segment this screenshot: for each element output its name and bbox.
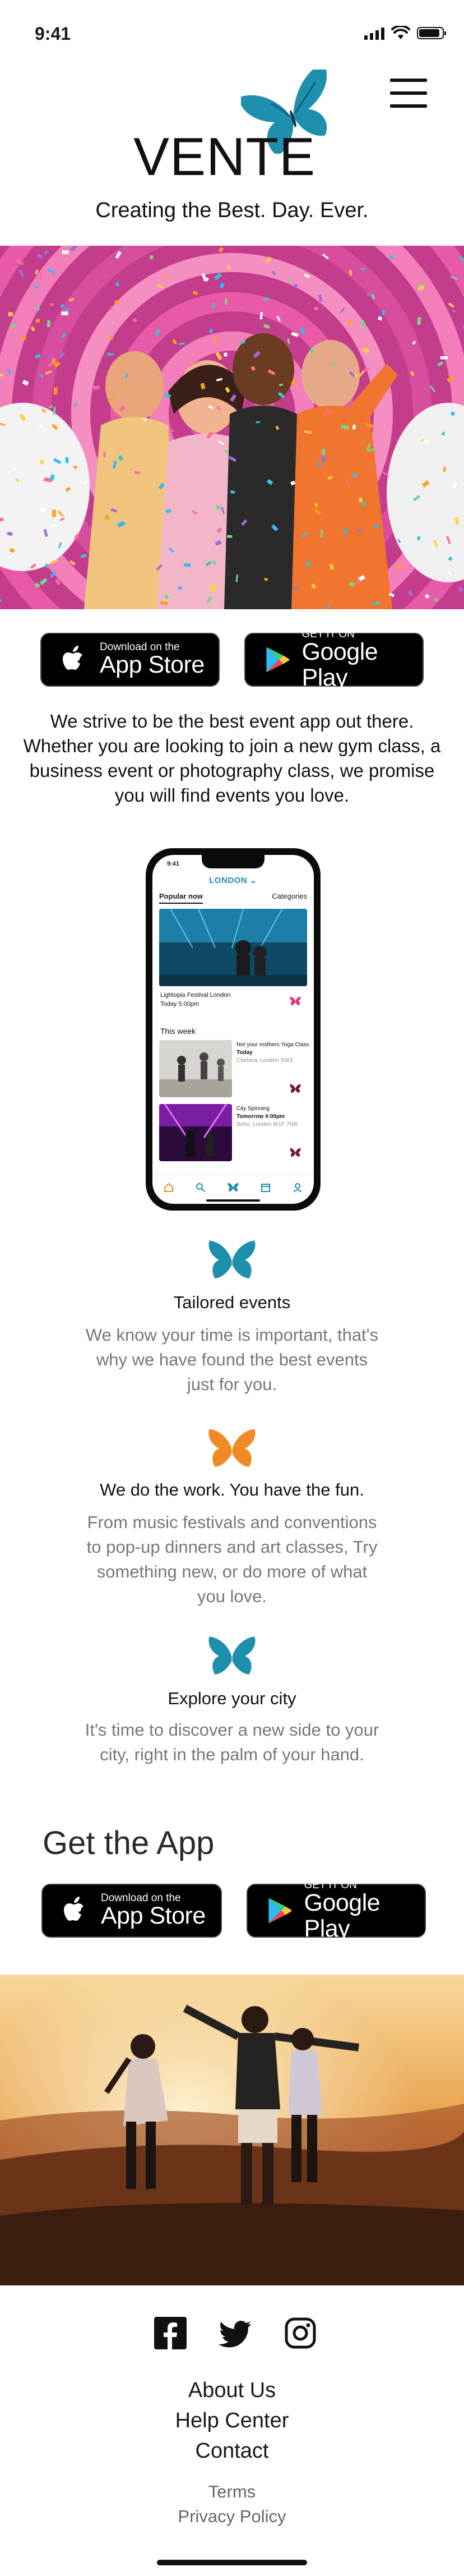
butterfly-orange-icon (205, 1426, 259, 1473)
phone-city-selector: LONDON ⌄ (152, 875, 314, 885)
tagline: Creating the Best. Day. Ever. (95, 199, 369, 222)
phone-event-2-when: Tomorrow 4:00pm (236, 1114, 285, 1120)
phone-event-1-when: Today (236, 1050, 253, 1056)
footer-link-contact[interactable]: Contact (0, 2439, 464, 2463)
phone-notch (202, 855, 265, 868)
footer-link-help[interactable]: Help Center (0, 2409, 464, 2433)
phone-section-title: This week (160, 1027, 196, 1036)
phone-event-2-where: Soho, London W1F 7NR (236, 1121, 298, 1128)
phone-tabs: Popular now Categories (159, 892, 307, 904)
phone-event-1-where: Chelsea, London SW3 (236, 1057, 293, 1064)
home-indicator (157, 2560, 307, 2565)
phone-home-indicator (206, 1199, 260, 1202)
phone-featured-image (159, 909, 307, 986)
footer-link-about[interactable]: About Us (0, 2379, 464, 2403)
hero-confetti-image (0, 246, 464, 609)
butterfly-blue-icon (205, 1238, 259, 1285)
instagram-icon[interactable] (284, 2317, 317, 2349)
butterfly-outline-icon (289, 996, 301, 1006)
google-play-badge[interactable]: GET IT ON Google Play (244, 629, 424, 691)
battery-icon (417, 27, 446, 39)
sunset-friends-image (0, 1975, 464, 2285)
status-time: 9:41 (35, 24, 71, 44)
google-play-badge[interactable]: GET IT ON Google Play (247, 1880, 426, 1942)
phone-event-1-title: Not your mothers Yoga Class (236, 1042, 309, 1048)
apple-icon (58, 1894, 92, 1928)
phone-mockup: 9:41 LONDON ⌄ Popular now Categories Lig… (146, 848, 321, 1211)
feature-body-tailored: We know your time is important, that's w… (85, 1325, 379, 1394)
intro-paragraph: We strive to be the best event app out t… (23, 711, 441, 806)
phone-featured-date: Today 5:00pm (160, 1001, 199, 1008)
calendar-icon (261, 1184, 271, 1192)
twitter-icon[interactable] (219, 2317, 251, 2349)
cellular-signal-icon (364, 26, 384, 40)
butterfly-filled-icon (289, 1148, 301, 1158)
get-the-app-heading: Get the App (43, 1825, 215, 1861)
app-store-badge[interactable]: Download on the App Store (40, 633, 220, 687)
phone-tab-popular: Popular now (159, 892, 203, 904)
apple-icon (57, 643, 91, 677)
facebook-icon[interactable] (154, 2317, 187, 2349)
phone-event-2-text: City Spinning Tomorrow 4:00pm Soho, Lond… (236, 1105, 298, 1129)
wifi-icon (391, 26, 410, 39)
phone-screen: 9:41 LONDON ⌄ Popular now Categories Lig… (152, 855, 314, 1204)
phone-time: 9:41 (167, 861, 180, 867)
google-play-icon (261, 643, 293, 677)
hamburger-menu-icon[interactable] (390, 79, 427, 108)
search-icon (196, 1183, 205, 1192)
chevron-down-icon: ⌄ (249, 876, 257, 885)
home-icon (164, 1183, 173, 1192)
phone-event-2-title: City Spinning (236, 1106, 270, 1112)
feature-title-tailored: Tailored events (173, 1292, 291, 1312)
footer-link-terms[interactable]: Terms (0, 2482, 464, 2502)
phone-tab-categories: Categories (272, 892, 307, 900)
phone-event-thumb-spinning (159, 1104, 232, 1161)
profile-icon (293, 1183, 303, 1193)
brand-logo[interactable]: VENTE (133, 130, 315, 184)
butterfly-nav-icon (227, 1182, 239, 1193)
phone-featured-title: Lightopia Festival London (160, 992, 231, 999)
butterfly-filled-icon (289, 1084, 301, 1094)
app-store-big-text: App Store (101, 1902, 206, 1929)
feature-body-work: From music festivals and conventions to … (86, 1512, 378, 1606)
google-play-big-text: Google Play (301, 638, 378, 691)
feature-title-work: We do the work. You have the fun. (100, 1480, 364, 1499)
footer-link-privacy[interactable]: Privacy Policy (0, 2506, 464, 2527)
feature-body-explore: It's time to discover a new side to your… (85, 1720, 379, 1764)
app-store-big-text: App Store (100, 651, 205, 678)
phone-event-1-text: Not your mothers Yoga Class Today Chelse… (236, 1041, 309, 1065)
google-play-icon (263, 1894, 295, 1928)
status-icons (364, 25, 446, 42)
feature-title-explore: Explore your city (168, 1689, 296, 1708)
google-play-big-text: Google Play (304, 1889, 381, 1942)
phone-event-thumb-yoga (159, 1040, 232, 1097)
phone-bottom-nav (152, 1175, 314, 1196)
app-store-badge[interactable]: Download on the App Store (41, 1884, 222, 1938)
butterfly-blue-icon (205, 1634, 259, 1681)
phone-city-label: LONDON (209, 876, 248, 885)
